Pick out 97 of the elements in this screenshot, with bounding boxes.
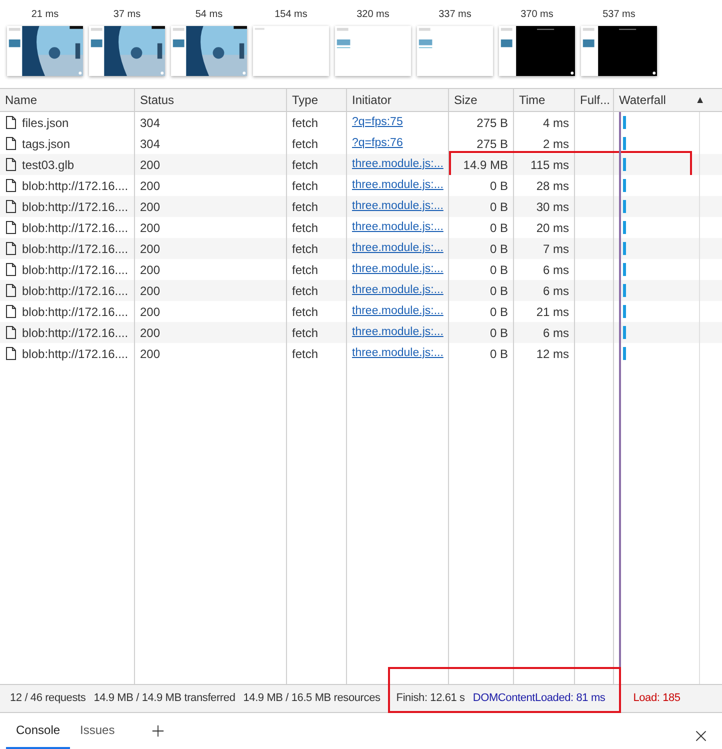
initiator-link[interactable]: three.module.js:...	[352, 302, 444, 320]
time-value: 7 ms	[542, 240, 569, 258]
time-value: 21 ms	[536, 304, 569, 320]
initiator-link[interactable]: three.module.js:...	[352, 176, 444, 194]
size-value: 0 B	[490, 346, 508, 362]
column-header[interactable]: Status	[135, 89, 287, 111]
request-name[interactable]: blob:http://172.16....	[22, 324, 128, 342]
request-type: fetch	[292, 178, 318, 194]
time-value: 28 ms	[536, 178, 569, 194]
size-value: 275 B	[476, 136, 508, 152]
time-value: 6 ms	[542, 324, 569, 342]
column-header[interactable]: Fulf...	[575, 89, 614, 111]
initiator-link[interactable]: three.module.js:...	[352, 156, 444, 174]
size-value: 0 B	[490, 198, 508, 216]
time-value: 6 ms	[542, 262, 569, 278]
request-type: fetch	[292, 304, 318, 320]
request-type: fetch	[292, 114, 318, 132]
initiator-link[interactable]: three.module.js:...	[352, 282, 444, 300]
request-type: fetch	[292, 324, 318, 342]
request-type: fetch	[292, 346, 318, 362]
initiator-link[interactable]: three.module.js:...	[352, 344, 444, 362]
initiator-link[interactable]: three.module.js:...	[352, 218, 444, 236]
initiator-link[interactable]: ?q=fps:76	[352, 134, 403, 152]
time-value: 12 ms	[536, 346, 569, 362]
time-value: 115 ms	[530, 156, 569, 174]
size-value: 0 B	[490, 282, 508, 300]
request-type: fetch	[292, 282, 318, 300]
column-header[interactable]: Name	[0, 89, 135, 111]
frame-time: 537 ms	[602, 8, 636, 22]
status-summary: Finish: 12.61 s	[396, 691, 465, 706]
frame-time: 320 ms	[356, 8, 390, 22]
drawer-tab[interactable]: Issues	[70, 713, 125, 749]
sort-indicator[interactable]: ▲	[695, 92, 705, 108]
request-name[interactable]: blob:http://172.16....	[22, 344, 128, 362]
request-type: fetch	[292, 262, 318, 278]
status-code: 304	[140, 114, 160, 132]
status-code: 200	[140, 304, 160, 320]
column-header[interactable]: Type	[287, 89, 347, 111]
time-value: 20 ms	[536, 220, 569, 236]
status-code: 200	[140, 220, 160, 236]
request-name[interactable]: blob:http://172.16....	[22, 198, 128, 216]
request-type: fetch	[292, 198, 318, 216]
status-code: 200	[140, 262, 160, 278]
size-value: 0 B	[490, 178, 508, 194]
request-name[interactable]: blob:http://172.16....	[22, 302, 128, 320]
status-summary: DOMContentLoaded: 81 ms	[472, 691, 606, 706]
status-code: 200	[140, 156, 160, 174]
initiator-link[interactable]: three.module.js:...	[352, 198, 444, 216]
status-code: 200	[140, 324, 160, 342]
initiator-link[interactable]: three.module.js:...	[352, 324, 444, 342]
status-summary: 14.9 MB / 14.9 MB transferred	[94, 691, 236, 706]
request-name[interactable]: files.json	[22, 114, 69, 132]
drawer-tab[interactable]: Console	[6, 713, 70, 749]
status-code: 200	[140, 346, 160, 362]
column-header[interactable]: Time	[514, 89, 575, 111]
request-type: fetch	[292, 220, 318, 236]
initiator-link[interactable]: three.module.js:...	[352, 240, 444, 258]
time-value: 30 ms	[536, 198, 569, 216]
status-code: 200	[140, 282, 160, 300]
status-summary: Load: 185	[633, 691, 680, 706]
status-code: 304	[140, 136, 160, 152]
size-value: 14.9 MB	[463, 156, 508, 174]
frame-time: 37 ms	[113, 8, 141, 22]
status-code: 200	[140, 240, 160, 258]
time-value: 2 ms	[542, 136, 569, 152]
status-summary: 12 / 46 requests	[10, 691, 86, 706]
status-code: 200	[140, 178, 160, 194]
column-header[interactable]: Waterfall ▲	[614, 89, 722, 111]
status-code: 200	[140, 198, 160, 216]
request-type: fetch	[292, 156, 318, 174]
size-value: 0 B	[490, 324, 508, 342]
initiator-link[interactable]: three.module.js:...	[352, 260, 444, 278]
frame-time: 337 ms	[438, 8, 472, 22]
frame-time: 370 ms	[520, 8, 554, 22]
size-value: 0 B	[490, 220, 508, 236]
size-value: 275 B	[476, 114, 508, 132]
request-type: fetch	[292, 240, 318, 258]
frame-time: 154 ms	[274, 8, 308, 22]
time-value: 6 ms	[542, 282, 569, 300]
frame-time: 54 ms	[195, 8, 223, 22]
frame-time: 21 ms	[31, 8, 59, 22]
column-header[interactable]: Size	[449, 89, 514, 111]
size-value: 0 B	[490, 262, 508, 278]
request-name[interactable]: blob:http://172.16....	[22, 176, 128, 194]
request-name[interactable]: blob:http://172.16....	[22, 218, 128, 236]
request-name[interactable]: tags.json	[22, 134, 70, 152]
request-name[interactable]: blob:http://172.16....	[22, 282, 128, 300]
request-name[interactable]: test03.glb	[22, 156, 74, 174]
status-summary: 14.9 MB / 16.5 MB resources	[243, 691, 380, 706]
time-value: 4 ms	[542, 114, 569, 132]
size-value: 0 B	[490, 240, 508, 258]
request-name[interactable]: blob:http://172.16....	[22, 240, 128, 258]
initiator-link[interactable]: ?q=fps:75	[352, 114, 403, 132]
size-value: 0 B	[490, 304, 508, 320]
request-name[interactable]: blob:http://172.16....	[22, 260, 128, 278]
request-type: fetch	[292, 136, 318, 152]
column-header[interactable]: Initiator	[347, 89, 449, 111]
